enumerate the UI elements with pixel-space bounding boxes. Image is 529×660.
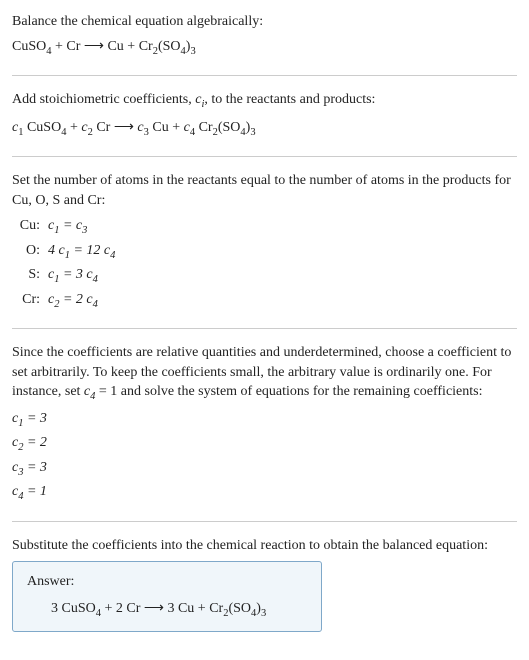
step5-text: Substitute the coefficients into the che… (12, 536, 517, 556)
coefficient-equation: c1 CuSO4 + c2 Cr ⟶ c3 Cu + c4 Cr2(SO4)3 (12, 117, 517, 140)
balance-equation: c1 = c3 (48, 216, 87, 238)
table-row: O: 4 c1 = 12 c4 (16, 241, 517, 263)
step2-part1: Add stoichiometric coefficients, (12, 92, 195, 107)
divider (12, 75, 517, 76)
divider (12, 521, 517, 522)
step3-text: Set the number of atoms in the reactants… (12, 171, 517, 210)
balance-equation: c1 = 3 c4 (48, 265, 98, 287)
table-row: S: c1 = 3 c4 (16, 265, 517, 287)
balance-equation: c2 = 2 c4 (48, 290, 98, 312)
intro-section: Balance the chemical equation algebraica… (12, 12, 517, 59)
c4-var: c4 (84, 384, 95, 399)
step2-text: Add stoichiometric coefficients, ci, to … (12, 90, 517, 112)
table-row: Cu: c1 = c3 (16, 216, 517, 238)
element-label: O: (16, 241, 48, 261)
answer-box: Answer: 3 CuSO4 + 2 Cr ⟶ 3 Cu + Cr2(SO4)… (12, 561, 322, 632)
intro-text: Balance the chemical equation algebraica… (12, 12, 517, 32)
atom-balance-table: Cu: c1 = c3 O: 4 c1 = 12 c4 S: c1 = 3 c4… (16, 216, 517, 312)
coeff-item: c1 = 3 (12, 409, 517, 431)
step3-section: Set the number of atoms in the reactants… (12, 171, 517, 312)
unbalanced-equation: CuSO4 + Cr ⟶ Cu + Cr2(SO4)3 (12, 36, 517, 59)
step4-part2: = 1 and solve the system of equations fo… (95, 384, 482, 399)
element-label: S: (16, 265, 48, 285)
table-row: Cr: c2 = 2 c4 (16, 290, 517, 312)
divider (12, 328, 517, 329)
step2-section: Add stoichiometric coefficients, ci, to … (12, 90, 517, 140)
divider (12, 156, 517, 157)
step5-section: Substitute the coefficients into the che… (12, 536, 517, 633)
coeff-item: c4 = 1 (12, 482, 517, 504)
coeff-item: c2 = 2 (12, 433, 517, 455)
element-label: Cr: (16, 290, 48, 310)
coefficient-solutions: c1 = 3 c2 = 2 c3 = 3 c4 = 1 (12, 409, 517, 505)
element-label: Cu: (16, 216, 48, 236)
balanced-equation: 3 CuSO4 + 2 Cr ⟶ 3 Cu + Cr2(SO4)3 (27, 598, 307, 621)
step4-text: Since the coefficients are relative quan… (12, 343, 517, 405)
balance-equation: 4 c1 = 12 c4 (48, 241, 115, 263)
coeff-item: c3 = 3 (12, 458, 517, 480)
step2-part2: , to the reactants and products: (204, 92, 375, 107)
answer-label: Answer: (27, 572, 307, 592)
step4-section: Since the coefficients are relative quan… (12, 343, 517, 505)
